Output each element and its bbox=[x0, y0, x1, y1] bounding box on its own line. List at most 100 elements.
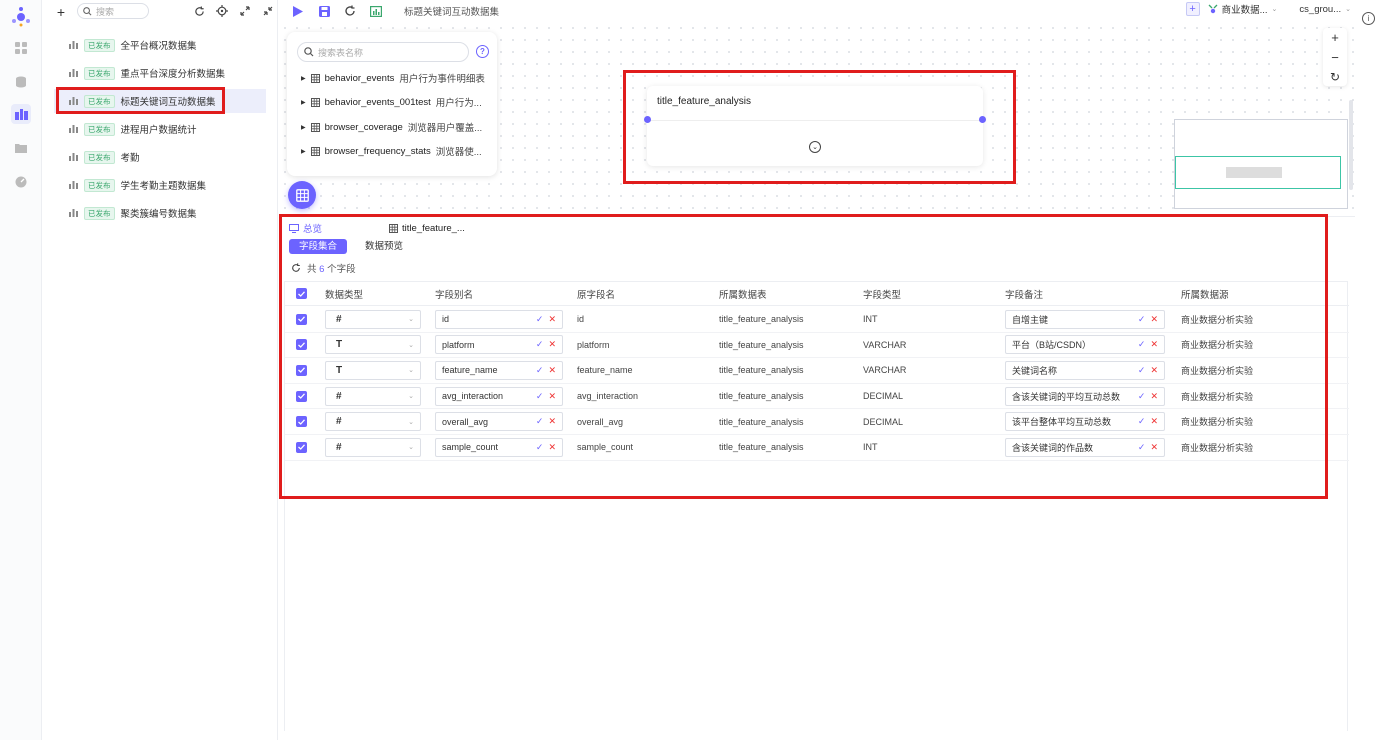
table-item[interactable]: ▶ browser_coverage 浏览器用户覆盖... bbox=[301, 119, 491, 135]
table-search-placeholder: 搜索表名称 bbox=[318, 47, 364, 58]
refresh-icon[interactable] bbox=[340, 1, 360, 21]
confirm-icon[interactable]: ✓ bbox=[536, 314, 544, 325]
remark-input[interactable]: 含该关键词的平均互动总数 ✓ ✕ bbox=[1005, 386, 1165, 406]
cancel-icon[interactable]: ✕ bbox=[548, 314, 556, 325]
subtab-fields[interactable]: 字段集合 bbox=[289, 239, 348, 254]
zoom-reset-button[interactable]: ↻ bbox=[1330, 70, 1340, 84]
row-checkbox[interactable] bbox=[295, 441, 307, 453]
confirm-icon[interactable]: ✓ bbox=[536, 442, 544, 453]
cancel-icon[interactable]: ✕ bbox=[1150, 339, 1158, 350]
row-checkbox[interactable] bbox=[295, 390, 307, 402]
remark-input[interactable]: 含该关键词的作品数 ✓ ✕ bbox=[1005, 437, 1165, 457]
row-checkbox[interactable] bbox=[295, 364, 307, 376]
cancel-icon[interactable]: ✕ bbox=[548, 416, 556, 427]
confirm-icon[interactable]: ✓ bbox=[536, 416, 544, 427]
alias-input[interactable]: platform ✓ ✕ bbox=[435, 335, 563, 355]
cancel-icon[interactable]: ✕ bbox=[1150, 365, 1158, 376]
row-checkbox[interactable] bbox=[295, 313, 307, 325]
alias-value: sample_count bbox=[442, 442, 499, 453]
alias-input[interactable]: overall_avg ✓ ✕ bbox=[435, 412, 563, 432]
data-type-select[interactable]: # ⌄ bbox=[325, 386, 421, 406]
dataset-item[interactable]: 已发布 重点平台深度分析数据集 bbox=[54, 61, 266, 85]
zoom-in-button[interactable]: + bbox=[1331, 30, 1339, 45]
data-type-select[interactable]: # ⌄ bbox=[325, 309, 421, 329]
cancel-icon[interactable]: ✕ bbox=[1150, 314, 1158, 325]
cancel-icon[interactable]: ✕ bbox=[548, 391, 556, 402]
dataset-item[interactable]: 已发布 全平台概况数据集 bbox=[54, 33, 266, 57]
alias-input[interactable]: sample_count ✓ ✕ bbox=[435, 437, 563, 457]
cancel-icon[interactable]: ✕ bbox=[548, 339, 556, 350]
confirm-icon[interactable]: ✓ bbox=[1138, 442, 1146, 453]
cancel-icon[interactable]: ✕ bbox=[1150, 416, 1158, 427]
tab-overview[interactable]: 总览 bbox=[289, 221, 389, 235]
dashboard-gauge-icon[interactable] bbox=[11, 172, 31, 192]
zoom-out-button[interactable]: − bbox=[1331, 50, 1339, 65]
alias-input[interactable]: feature_name ✓ ✕ bbox=[435, 360, 563, 380]
group-select[interactable]: cs_grou... ⌄ bbox=[1299, 4, 1351, 15]
col-header: 字段备注 bbox=[1005, 289, 1044, 301]
database-icon[interactable] bbox=[11, 72, 31, 92]
dataset-icon[interactable] bbox=[11, 104, 31, 124]
dataset-item[interactable]: 已发布 聚类簇编号数据集 bbox=[54, 201, 266, 225]
minimap[interactable] bbox=[1174, 119, 1348, 209]
row-checkbox[interactable] bbox=[295, 416, 307, 428]
expand-all-icon[interactable] bbox=[238, 4, 252, 18]
cancel-icon[interactable]: ✕ bbox=[548, 365, 556, 376]
collapse-all-icon[interactable] bbox=[261, 4, 275, 18]
cancel-icon[interactable]: ✕ bbox=[548, 442, 556, 453]
dataset-name: 聚类簇编号数据集 bbox=[120, 209, 197, 220]
chart-preview-icon[interactable] bbox=[366, 1, 386, 21]
dataset-search-input[interactable]: 搜索 bbox=[77, 3, 149, 19]
help-icon[interactable]: ? bbox=[476, 45, 489, 58]
confirm-icon[interactable]: ✓ bbox=[1138, 314, 1146, 325]
confirm-icon[interactable]: ✓ bbox=[1138, 365, 1146, 376]
subtab-preview[interactable]: 数据预览 bbox=[355, 239, 413, 254]
data-type-select[interactable]: # ⌄ bbox=[325, 412, 421, 432]
tab-table[interactable]: title_feature_... bbox=[389, 223, 465, 234]
confirm-icon[interactable]: ✓ bbox=[1138, 391, 1146, 402]
run-icon[interactable] bbox=[288, 1, 308, 21]
source-table-name: title_feature_analysis bbox=[719, 391, 804, 402]
remark-input[interactable]: 该平台整体平均互动总数 ✓ ✕ bbox=[1005, 412, 1165, 432]
refresh-icon[interactable] bbox=[291, 263, 301, 273]
app-logo-icon[interactable] bbox=[10, 6, 32, 28]
dataset-item[interactable]: 已发布 进程用户数据统计 bbox=[54, 117, 266, 141]
alias-input[interactable]: avg_interaction ✓ ✕ bbox=[435, 386, 563, 406]
locate-icon[interactable] bbox=[215, 4, 229, 18]
add-source-icon[interactable]: + bbox=[1185, 2, 1200, 16]
table-item[interactable]: ▶ browser_frequency_stats 浏览器使... bbox=[301, 143, 491, 159]
table-item[interactable]: ▶ behavior_events_001test 用户行为... bbox=[301, 94, 491, 110]
confirm-icon[interactable]: ✓ bbox=[1138, 339, 1146, 350]
table-search-input[interactable]: 搜索表名称 bbox=[297, 42, 469, 62]
info-icon[interactable]: i bbox=[1362, 12, 1375, 25]
add-dataset-button[interactable]: + bbox=[52, 4, 70, 20]
alias-input[interactable]: id ✓ ✕ bbox=[435, 309, 563, 329]
datasource-select[interactable]: 商业数据... ⌄ bbox=[1208, 2, 1277, 16]
remark-input[interactable]: 自增主键 ✓ ✕ bbox=[1005, 309, 1165, 329]
row-checkbox[interactable] bbox=[295, 339, 307, 351]
chevron-down-icon: ⌄ bbox=[408, 316, 414, 324]
confirm-icon[interactable]: ✓ bbox=[536, 339, 544, 350]
dataset-item[interactable]: 已发布 考勤 bbox=[54, 145, 266, 169]
remark-input[interactable]: 关键词名称 ✓ ✕ bbox=[1005, 360, 1165, 380]
save-icon[interactable] bbox=[314, 1, 334, 21]
apps-grid-icon[interactable] bbox=[11, 38, 31, 58]
select-all-checkbox[interactable] bbox=[295, 288, 307, 299]
table-item[interactable]: ▶ behavior_events 用户行为事件明细表 bbox=[301, 70, 491, 86]
data-type-select[interactable]: T ⌄ bbox=[325, 360, 421, 380]
folder-icon[interactable] bbox=[11, 138, 31, 158]
model-canvas[interactable]: 搜索表名称 ? ▶ behavior_events 用户行为事件明细表 ▶ be… bbox=[279, 22, 1355, 212]
canvas-scrollbar[interactable] bbox=[1349, 100, 1353, 190]
refresh-icon[interactable] bbox=[192, 4, 206, 18]
minimap-viewport[interactable] bbox=[1175, 156, 1341, 189]
table-panel-toggle-button[interactable] bbox=[288, 181, 316, 209]
cancel-icon[interactable]: ✕ bbox=[1150, 391, 1158, 402]
remark-input[interactable]: 平台（B站/CSDN） ✓ ✕ bbox=[1005, 335, 1165, 355]
dataset-item[interactable]: 已发布 学生考勤主题数据集 bbox=[54, 173, 266, 197]
data-type-select[interactable]: # ⌄ bbox=[325, 437, 421, 457]
confirm-icon[interactable]: ✓ bbox=[1138, 416, 1146, 427]
data-type-select[interactable]: T ⌄ bbox=[325, 335, 421, 355]
cancel-icon[interactable]: ✕ bbox=[1150, 442, 1158, 453]
confirm-icon[interactable]: ✓ bbox=[536, 365, 544, 376]
confirm-icon[interactable]: ✓ bbox=[536, 391, 544, 402]
